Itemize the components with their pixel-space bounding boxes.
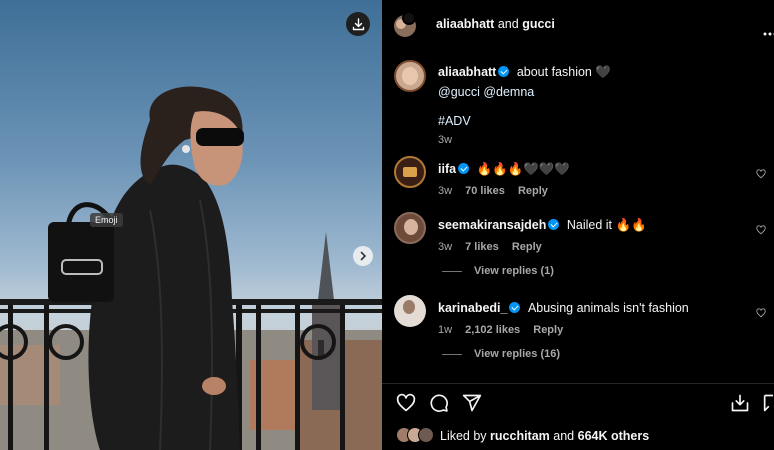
heart-icon	[756, 225, 766, 235]
view-replies-button[interactable]: View replies (16)	[442, 348, 560, 360]
collaborator-username[interactable]: gucci	[522, 17, 555, 31]
view-replies-label: View replies (16)	[474, 348, 561, 360]
post-header: aliaabhatt and gucci	[394, 11, 774, 39]
collection-add-icon	[731, 394, 749, 412]
comment-username[interactable]: seemakiransajdeh	[438, 218, 546, 232]
caption-hashtag[interactable]: #ADV	[438, 114, 758, 128]
liked-by-prefix: Liked by	[440, 429, 487, 443]
caption-username[interactable]: aliaabhatt	[438, 65, 496, 79]
post-details-panel: aliaabhatt and gucci aliaabhatt about fa…	[382, 0, 774, 450]
comment-icon	[430, 394, 448, 412]
reply-button[interactable]: Reply	[518, 185, 548, 197]
reply-button[interactable]: Reply	[533, 324, 563, 336]
view-replies-button[interactable]: View replies (1)	[442, 265, 554, 277]
caption-time: 3w	[438, 134, 453, 146]
heart-icon	[756, 169, 766, 179]
share-icon	[462, 394, 482, 412]
chevron-right-icon	[360, 251, 367, 261]
comment-time: 3w	[438, 241, 453, 253]
comment-likes[interactable]: 7 likes	[465, 241, 499, 253]
owner-username[interactable]: aliaabhatt	[436, 17, 494, 31]
more-options-button[interactable]	[763, 23, 774, 41]
section-divider	[382, 383, 774, 384]
save-button[interactable]	[762, 393, 774, 418]
caption-mentions[interactable]: @gucci @demna	[438, 85, 758, 99]
download-button[interactable]	[346, 12, 370, 36]
comment-time: 3w	[438, 185, 453, 197]
comment-username[interactable]: iifa	[438, 162, 456, 176]
add-to-collection-button[interactable]	[730, 393, 750, 418]
share-button[interactable]	[462, 393, 482, 418]
caption-avatar[interactable]	[394, 60, 426, 92]
divider-line	[442, 270, 462, 272]
comment-button[interactable]	[429, 393, 449, 418]
post-image	[0, 86, 382, 450]
comment-text: Nailed it 🔥🔥	[566, 218, 647, 232]
verified-badge-icon	[548, 219, 560, 230]
post-photo[interactable]: Emoji	[0, 0, 382, 450]
comment-avatar-iifa[interactable]	[394, 156, 426, 188]
comment-time: 1w	[438, 324, 453, 336]
liked-by-and: and	[553, 429, 575, 443]
comment-avatar-seemakiransajdeh[interactable]	[394, 212, 426, 244]
comment-item: seemakiransajdeh Nailed it 🔥🔥 3w 7 likes…	[438, 216, 758, 253]
comment-likes[interactable]: 2,102 likes	[465, 324, 520, 336]
liker-avatar[interactable]	[418, 427, 434, 443]
caption-text: about fashion 🖤	[516, 65, 611, 79]
comment-username[interactable]: karinabedi_	[438, 301, 507, 315]
view-replies-label: View replies (1)	[474, 265, 554, 277]
comment-like-button[interactable]	[756, 166, 766, 184]
comment-like-button[interactable]	[756, 222, 766, 240]
likes-count[interactable]: 664K others	[578, 429, 650, 443]
heart-icon	[756, 308, 766, 318]
comment-likes[interactable]: 70 likes	[465, 185, 505, 197]
heart-icon	[396, 393, 416, 412]
liked-by-summary: Liked by rucchitam and 664K others	[440, 429, 649, 443]
comment-text: 🔥🔥🔥🖤🖤🖤	[476, 162, 570, 176]
comment-item: karinabedi_ Abusing animals isn't fashio…	[438, 299, 758, 336]
emoji-tooltip: Emoji	[90, 213, 123, 227]
comment-text: Abusing animals isn't fashion	[527, 301, 689, 315]
comment-like-button[interactable]	[756, 305, 766, 323]
verified-badge-icon	[458, 163, 470, 174]
and-text: and	[497, 17, 519, 31]
verified-badge-icon	[498, 66, 510, 77]
next-image-button[interactable]	[353, 246, 373, 266]
divider-line	[442, 353, 462, 355]
collaborator-avatar[interactable]	[402, 11, 416, 25]
more-icon	[763, 32, 774, 36]
reply-button[interactable]: Reply	[512, 241, 542, 253]
like-button[interactable]	[396, 393, 416, 418]
liked-by-user[interactable]: rucchitam	[490, 429, 550, 443]
download-icon	[352, 17, 364, 30]
save-icon	[763, 394, 773, 412]
caption: aliaabhatt about fashion 🖤 @gucci @demna…	[438, 63, 758, 146]
comment-avatar-karinabedi[interactable]	[394, 295, 426, 327]
comment-item: iifa 🔥🔥🔥🖤🖤🖤 3w 70 likes Reply	[438, 160, 758, 197]
verified-badge-icon	[509, 302, 521, 313]
